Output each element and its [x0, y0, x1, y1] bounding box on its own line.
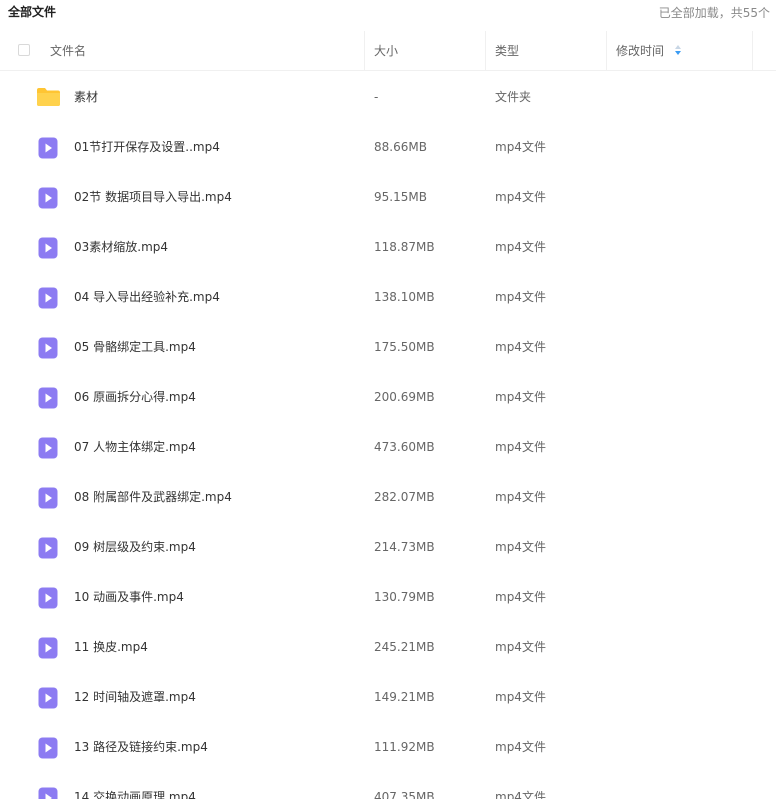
file-row[interactable]: 14 交换动画原理.mp4 407.35MB mp4文件 — [0, 772, 776, 799]
column-header-type[interactable]: 类型 — [495, 43, 519, 59]
column-divider[interactable] — [485, 31, 486, 70]
top-bar: 全部文件 已全部加载，共55个 — [0, 0, 776, 24]
file-type: 文件夹 — [495, 90, 532, 104]
video-file-icon — [38, 487, 58, 509]
column-header-size[interactable]: 大小 — [374, 43, 398, 59]
file-size: 407.35MB — [374, 790, 435, 799]
file-name[interactable]: 07 人物主体绑定.mp4 — [74, 439, 196, 455]
file-type: mp4文件 — [495, 140, 546, 154]
file-row[interactable]: 09 树层级及约束.mp4 214.73MB mp4文件 — [0, 522, 776, 572]
video-file-icon — [38, 387, 58, 409]
file-name[interactable]: 02节 数据项目导入导出.mp4 — [74, 189, 232, 205]
file-row[interactable]: 07 人物主体绑定.mp4 473.60MB mp4文件 — [0, 422, 776, 472]
video-file-icon — [38, 587, 58, 609]
file-type: mp4文件 — [495, 590, 546, 604]
file-type: mp4文件 — [495, 290, 546, 304]
file-size: 282.07MB — [374, 490, 435, 504]
file-size: 149.21MB — [374, 690, 435, 704]
video-file-icon — [38, 537, 58, 559]
video-file-icon — [38, 237, 58, 259]
file-type: mp4文件 — [495, 690, 546, 704]
file-name[interactable]: 05 骨骼绑定工具.mp4 — [74, 339, 196, 355]
file-row[interactable]: 05 骨骼绑定工具.mp4 175.50MB mp4文件 — [0, 322, 776, 372]
file-name[interactable]: 06 原画拆分心得.mp4 — [74, 389, 196, 405]
video-file-icon — [38, 437, 58, 459]
video-file-icon — [38, 137, 58, 159]
file-name[interactable]: 11 换皮.mp4 — [74, 639, 148, 655]
video-file-icon — [38, 337, 58, 359]
video-file-icon — [38, 737, 58, 759]
file-name[interactable]: 04 导入导出经验补充.mp4 — [74, 289, 220, 305]
file-size: 214.73MB — [374, 540, 435, 554]
file-row[interactable]: 12 时间轴及遮罩.mp4 149.21MB mp4文件 — [0, 672, 776, 722]
column-divider[interactable] — [752, 31, 753, 70]
file-name[interactable]: 09 树层级及约束.mp4 — [74, 539, 196, 555]
file-browser: 全部文件 已全部加载，共55个 文件名 大小 类型 修改时间 素材 - 文件夹 01节… — [0, 0, 776, 799]
folder-icon — [37, 88, 60, 106]
file-type: mp4文件 — [495, 640, 546, 654]
sort-icon[interactable] — [675, 45, 681, 57]
file-row[interactable]: 04 导入导出经验补充.mp4 138.10MB mp4文件 — [0, 272, 776, 322]
file-type: mp4文件 — [495, 390, 546, 404]
file-size: 200.69MB — [374, 390, 435, 404]
video-file-icon — [38, 787, 58, 799]
file-type: mp4文件 — [495, 490, 546, 504]
file-type: mp4文件 — [495, 240, 546, 254]
video-file-icon — [38, 687, 58, 709]
file-name[interactable]: 12 时间轴及遮罩.mp4 — [74, 689, 196, 705]
file-list-header: 文件名 大小 类型 修改时间 — [0, 31, 776, 71]
file-row[interactable]: 01节打开保存及设置..mp4 88.66MB mp4文件 — [0, 122, 776, 172]
file-row[interactable]: 11 换皮.mp4 245.21MB mp4文件 — [0, 622, 776, 672]
file-row[interactable]: 02节 数据项目导入导出.mp4 95.15MB mp4文件 — [0, 172, 776, 222]
file-name[interactable]: 08 附属部件及武器绑定.mp4 — [74, 489, 232, 505]
file-size: 88.66MB — [374, 140, 427, 154]
video-file-icon — [38, 287, 58, 309]
video-file-icon — [38, 187, 58, 209]
load-status-text: 已全部加载，共55个 — [658, 6, 770, 20]
file-row[interactable]: 03素材缩放.mp4 118.87MB mp4文件 — [0, 222, 776, 272]
file-size: 245.21MB — [374, 640, 435, 654]
file-name[interactable]: 10 动画及事件.mp4 — [74, 589, 184, 605]
column-divider[interactable] — [606, 31, 607, 70]
file-name[interactable]: 13 路径及链接约束.mp4 — [74, 739, 208, 755]
file-row[interactable]: 素材 - 文件夹 — [0, 72, 776, 122]
breadcrumb-all-files[interactable]: 全部文件 — [8, 3, 56, 20]
file-type: mp4文件 — [495, 740, 546, 754]
file-type: mp4文件 — [495, 440, 546, 454]
file-size: 130.79MB — [374, 590, 435, 604]
file-type: mp4文件 — [495, 540, 546, 554]
file-type: mp4文件 — [495, 790, 546, 799]
select-all-checkbox[interactable] — [18, 44, 30, 56]
column-divider[interactable] — [364, 31, 365, 70]
file-name[interactable]: 14 交换动画原理.mp4 — [74, 789, 196, 799]
file-size: 138.10MB — [374, 290, 435, 304]
column-header-name[interactable]: 文件名 — [50, 43, 86, 59]
file-size: 95.15MB — [374, 190, 427, 204]
column-header-modified[interactable]: 修改时间 — [616, 43, 664, 59]
file-name[interactable]: 01节打开保存及设置..mp4 — [74, 139, 220, 155]
file-row[interactable]: 06 原画拆分心得.mp4 200.69MB mp4文件 — [0, 372, 776, 422]
file-size: 111.92MB — [374, 740, 435, 754]
file-name[interactable]: 素材 — [74, 89, 98, 105]
file-size: 175.50MB — [374, 340, 435, 354]
file-type: mp4文件 — [495, 340, 546, 354]
file-name[interactable]: 03素材缩放.mp4 — [74, 239, 168, 255]
file-type: mp4文件 — [495, 190, 546, 204]
file-row[interactable]: 10 动画及事件.mp4 130.79MB mp4文件 — [0, 572, 776, 622]
file-size: - — [374, 90, 379, 104]
file-size: 118.87MB — [374, 240, 435, 254]
video-file-icon — [38, 637, 58, 659]
file-row[interactable]: 08 附属部件及武器绑定.mp4 282.07MB mp4文件 — [0, 472, 776, 522]
file-row[interactable]: 13 路径及链接约束.mp4 111.92MB mp4文件 — [0, 722, 776, 772]
file-size: 473.60MB — [374, 440, 435, 454]
file-list: 素材 - 文件夹 01节打开保存及设置..mp4 88.66MB mp4文件 02节 数据项… — [0, 72, 776, 799]
